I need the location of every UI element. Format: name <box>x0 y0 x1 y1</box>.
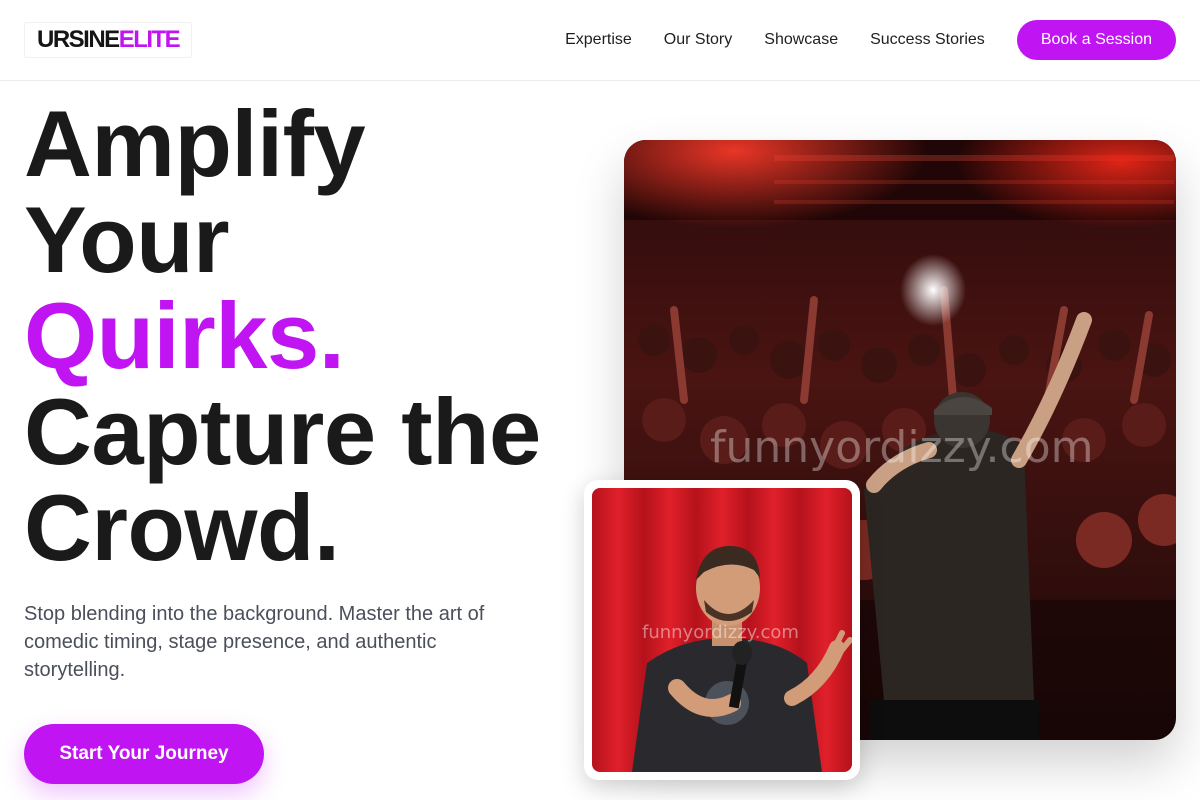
hero-description: Stop blending into the background. Maste… <box>24 603 485 681</box>
logo-text-accent: ELITE <box>118 26 181 53</box>
main-photo-watermark: funnyordizzy.com <box>710 422 1094 473</box>
hero-headline: Amplify Your Quirks. Capture the Crowd. <box>24 96 541 576</box>
book-session-button[interactable]: Book a Session <box>1016 20 1176 60</box>
headline-line-1: Amplify <box>24 91 366 196</box>
nav-link-showcase[interactable]: Showcase <box>764 31 838 49</box>
headline-line-2: Your <box>24 187 230 292</box>
headline-line-4: Capture the <box>24 379 541 484</box>
top-navigation: URSINE ELITE Expertise Our Story Showcase… <box>0 0 1200 81</box>
brand-logo[interactable]: URSINE ELITE <box>24 22 193 58</box>
comedian-photo: funnyordizzy.com <box>592 488 852 772</box>
nav-link-expertise[interactable]: Expertise <box>565 31 632 49</box>
main-menu: Expertise Our Story Showcase Success Sto… <box>565 20 1176 60</box>
comedian-photo-card: funnyordizzy.com <box>584 480 860 780</box>
nav-link-our-story[interactable]: Our Story <box>664 31 732 49</box>
headline-line-5: Crowd. <box>24 475 340 580</box>
small-photo-watermark: funnyordizzy.com <box>642 622 799 643</box>
logo-text-primary: URSINE <box>37 26 120 53</box>
nav-link-success-stories[interactable]: Success Stories <box>870 31 985 49</box>
headline-accent-line: Quirks. <box>24 283 345 388</box>
start-journey-button[interactable]: Start Your Journey <box>24 724 264 784</box>
